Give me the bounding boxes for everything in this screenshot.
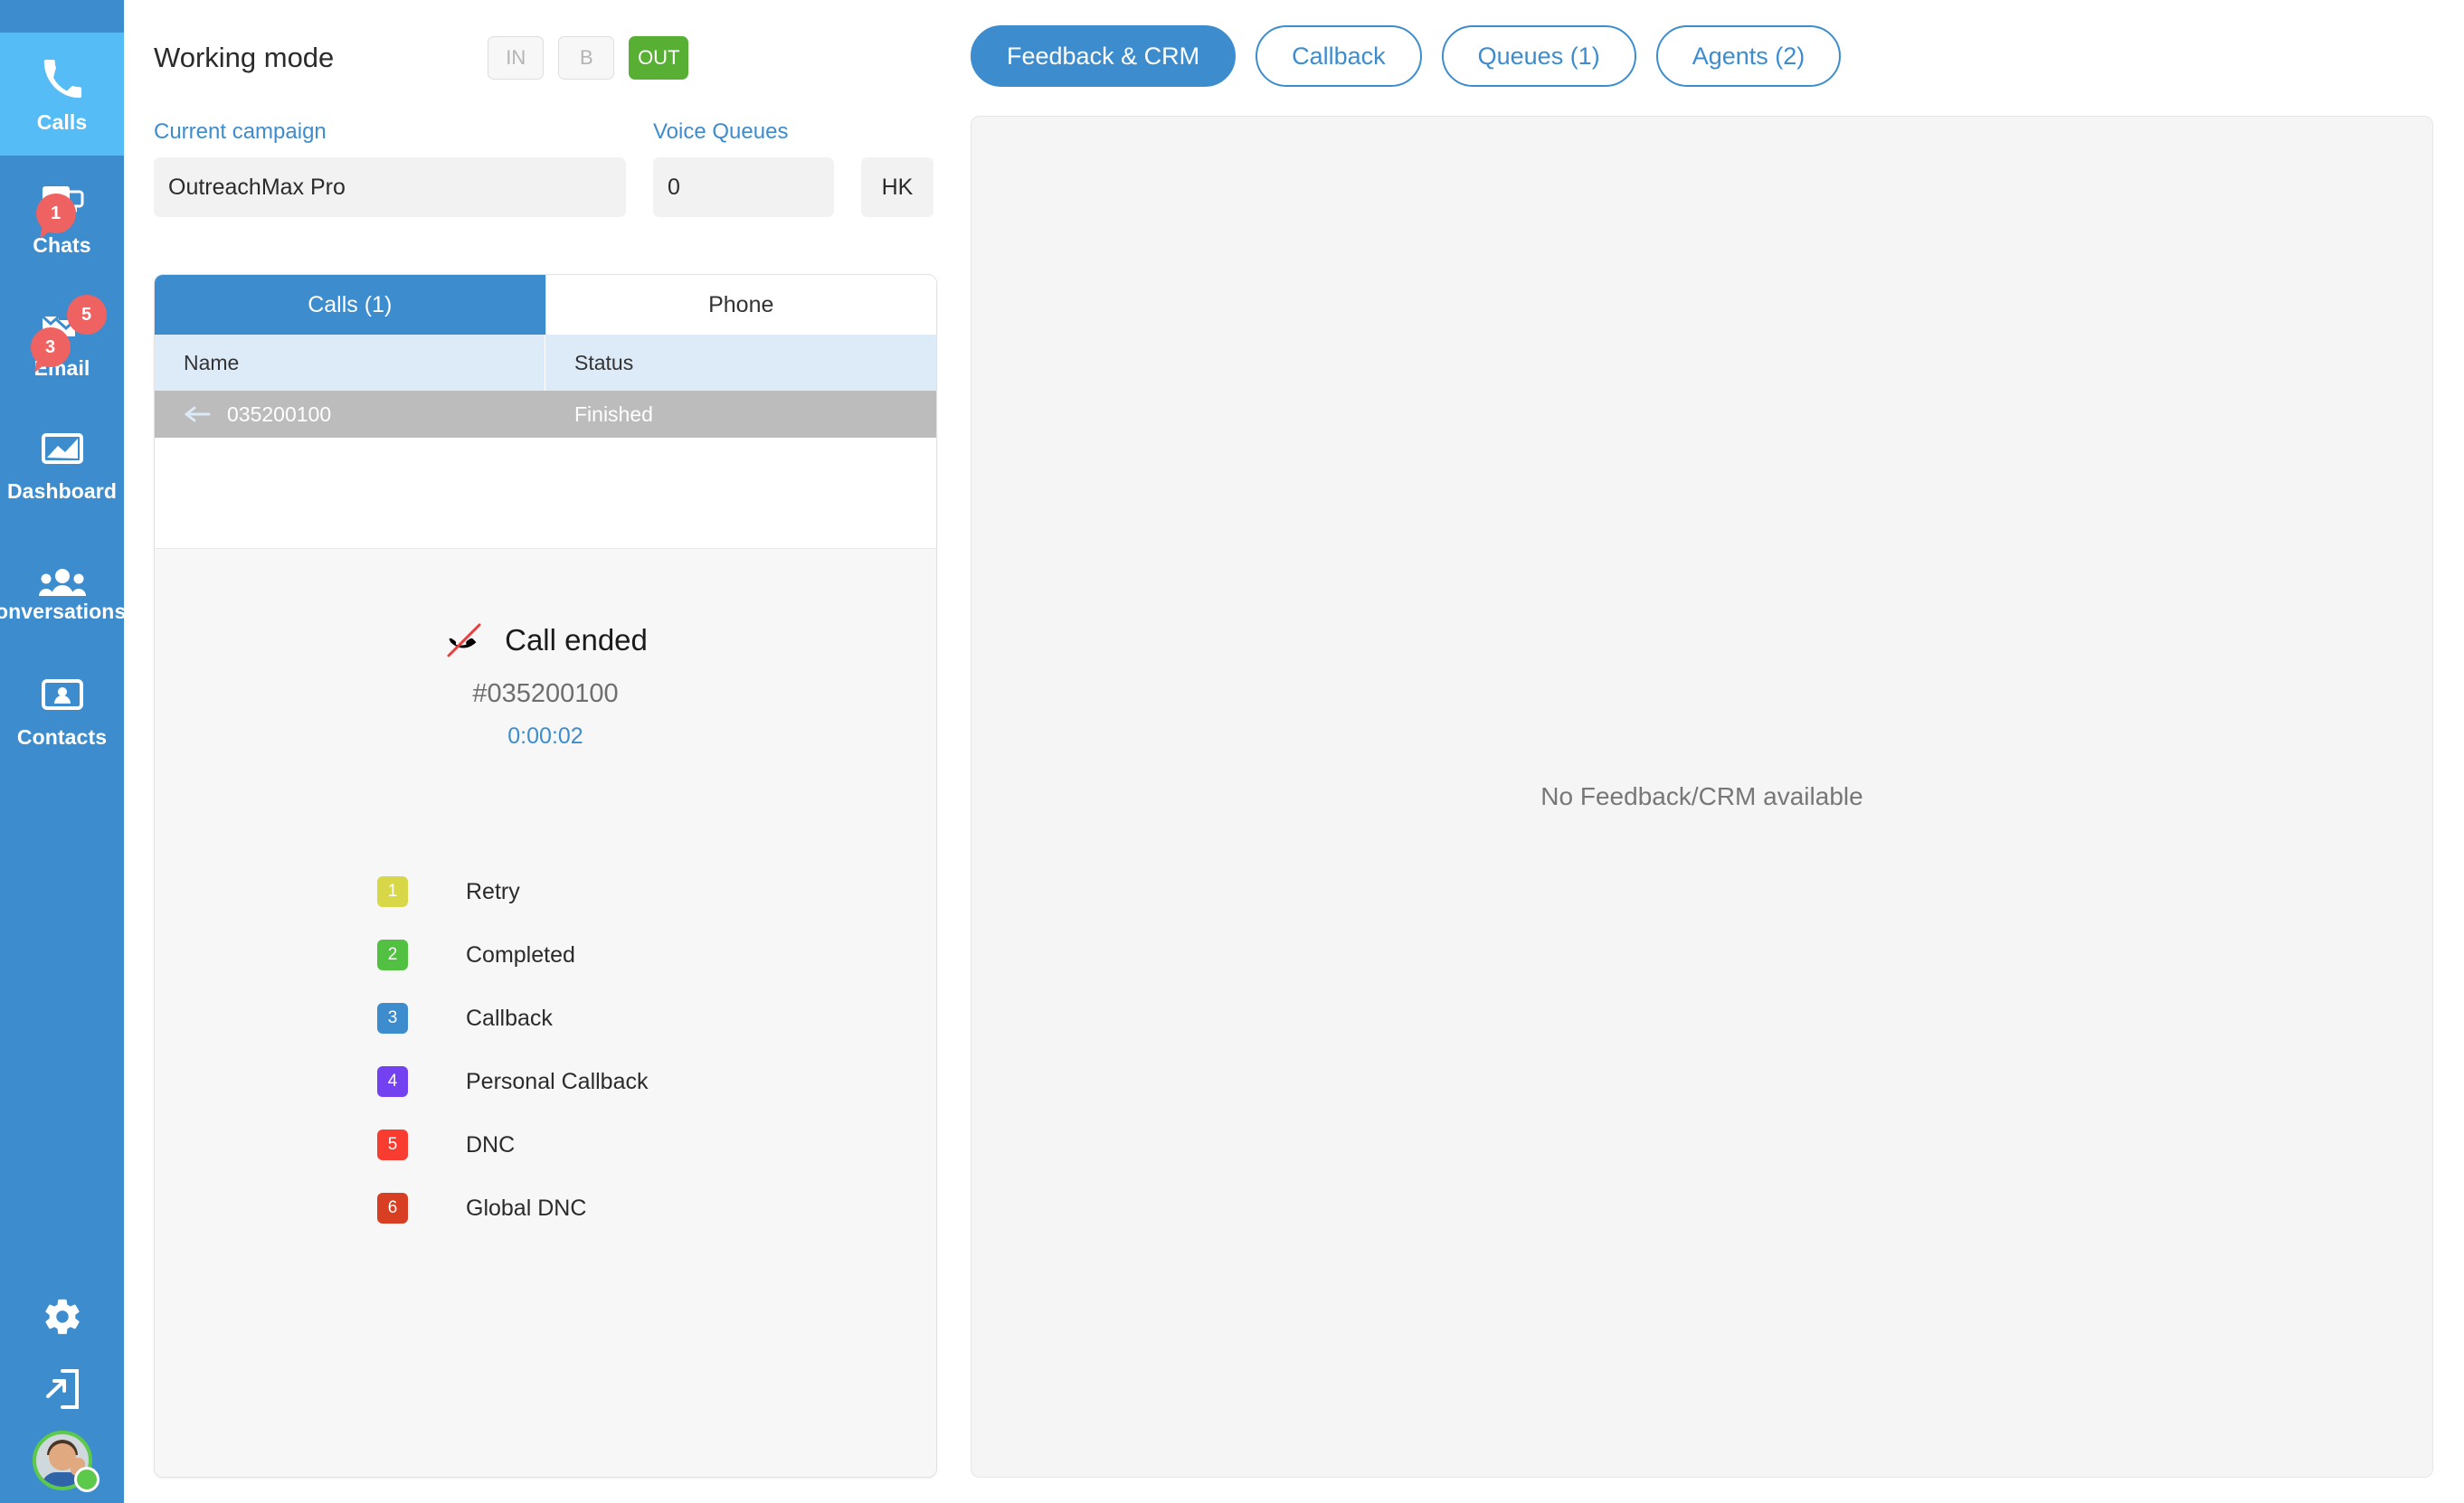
hk-button[interactable]: HK [861, 157, 933, 217]
sidebar-item-email[interactable]: 3 5 Email [0, 279, 124, 402]
chat-bubble-icon: 1 [31, 177, 94, 233]
sidebar: Calls 1 Chats 3 5 Email Dashboard onvers… [0, 0, 144, 1503]
disposition-label: DNC [466, 1131, 516, 1158]
logout-icon[interactable] [0, 1353, 124, 1425]
tab-feedback-crm[interactable]: Feedback & CRM [971, 25, 1237, 87]
page-title: Working mode [154, 42, 335, 73]
disposition-global-dnc[interactable]: 6 Global DNC [377, 1177, 936, 1240]
app-root: Calls 1 Chats 3 5 Email Dashboard onvers… [0, 0, 2464, 1503]
sidebar-bottom [0, 1281, 124, 1503]
call-state-section: Call ended #035200100 0:00:02 1 Retry 2 … [155, 549, 936, 1477]
email-unread-badge-secondary: 5 [66, 294, 107, 335]
disposition-label: Completed [466, 941, 575, 968]
working-mode-toggle-group: IN B OUT [488, 36, 689, 80]
disposition-retry[interactable]: 1 Retry [377, 860, 936, 923]
campaign-fields: Current campaign OutreachMax Pro Voice Q… [154, 119, 968, 217]
call-number: #035200100 [472, 679, 619, 708]
column-header-status: Status [574, 350, 634, 374]
disposition-label: Retry [466, 878, 520, 904]
sidebar-item-contacts[interactable]: Contacts [0, 648, 124, 770]
cell-name: 035200100 [155, 391, 545, 438]
table-row[interactable]: 035200100 Finished [155, 391, 936, 438]
hk-field-group: HK [861, 119, 933, 217]
disposition-label: Personal Callback [466, 1068, 649, 1094]
disposition-completed[interactable]: 2 Completed [377, 923, 936, 987]
disposition-personal-callback[interactable]: 4 Personal Callback [377, 1050, 936, 1113]
main-area: Working mode IN B OUT Current campaign O… [124, 0, 2464, 1503]
tab-phone[interactable]: Phone [545, 275, 936, 335]
sidebar-item-label: Calls [36, 109, 88, 134]
email-unread-badge-primary: 3 [30, 326, 71, 367]
queues-input[interactable]: 0 [653, 157, 834, 217]
disposition-key: 4 [377, 1066, 408, 1097]
tab-agents[interactable]: Agents (2) [1655, 25, 1842, 87]
sidebar-item-calls[interactable]: Calls [0, 33, 124, 156]
phone-icon [31, 54, 94, 105]
right-column: Feedback & CRM Callback Queues (1) Agent… [971, 0, 2433, 1503]
disposition-key: 1 [377, 876, 408, 907]
empty-state-message: No Feedback/CRM available [1540, 782, 1863, 810]
sidebar-item-label: Conversations a [0, 600, 144, 623]
disposition-key: 3 [377, 1003, 408, 1034]
campaign-field-group: Current campaign OutreachMax Pro [154, 119, 626, 217]
contact-card-icon [31, 669, 94, 720]
call-duration: 0:00:02 [507, 723, 583, 749]
row-name-text: 035200100 [227, 402, 332, 426]
chats-unread-badge: 1 [35, 193, 76, 233]
hk-label-spacer [861, 119, 933, 145]
tab-callback[interactable]: Callback [1256, 25, 1422, 87]
disposition-label: Global DNC [466, 1195, 587, 1221]
arrow-left-icon [184, 404, 211, 424]
disposition-list: 1 Retry 2 Completed 3 Callback 4 Persona… [155, 860, 936, 1240]
tab-calls[interactable]: Calls (1) [155, 275, 545, 335]
campaign-label: Current campaign [154, 119, 327, 144]
queues-field-group: Voice Queues 0 [653, 119, 834, 217]
mode-button-in[interactable]: IN [488, 36, 545, 80]
sidebar-item-chats[interactable]: 1 Chats [0, 156, 124, 279]
dashboard-icon [31, 423, 94, 474]
sidebar-item-label: Contacts [16, 724, 108, 749]
disposition-key: 5 [377, 1130, 408, 1160]
column-header-name: Name [155, 335, 545, 391]
disposition-label: Callback [466, 1005, 553, 1031]
sidebar-nav: Calls 1 Chats 3 5 Email Dashboard onvers… [0, 0, 144, 770]
call-panel-tabs: Calls (1) Phone [155, 275, 936, 335]
call-ended-title: Call ended [505, 623, 648, 657]
disposition-key: 2 [377, 940, 408, 970]
calls-table-header: Name Status [155, 335, 936, 391]
gear-icon[interactable] [0, 1281, 124, 1353]
tab-queues[interactable]: Queues (1) [1441, 25, 1636, 87]
call-panel: Calls (1) Phone Name Status 035200100 Fi… [154, 274, 937, 1478]
disposition-callback[interactable]: 3 Callback [377, 987, 936, 1050]
mode-button-b[interactable]: B [558, 36, 615, 80]
sidebar-item-label: Dashboard [6, 478, 118, 503]
left-column: Working mode IN B OUT Current campaign O… [154, 0, 968, 1503]
email-icon: 3 5 [30, 294, 107, 367]
sidebar-item-dashboard[interactable]: Dashboard [0, 402, 124, 525]
phone-hangup-icon [443, 619, 485, 661]
call-ended-row: Call ended [155, 619, 936, 661]
status-badge [73, 1467, 100, 1492]
feedback-crm-panel: No Feedback/CRM available [971, 116, 2433, 1478]
calls-table-empty-space [155, 438, 936, 549]
campaign-input[interactable]: OutreachMax Pro [154, 157, 626, 217]
cell-status: Finished [574, 402, 653, 426]
disposition-key: 6 [377, 1193, 408, 1224]
working-mode-bar: Working mode IN B OUT [154, 0, 968, 99]
avatar[interactable] [32, 1431, 100, 1492]
mode-button-out[interactable]: OUT [629, 36, 689, 80]
disposition-dnc[interactable]: 5 DNC [377, 1113, 936, 1177]
queues-label: Voice Queues [653, 119, 789, 144]
right-panel-tabs: Feedback & CRM Callback Queues (1) Agent… [971, 0, 2433, 87]
sidebar-item-conversations[interactable]: Conversations a [0, 525, 144, 648]
